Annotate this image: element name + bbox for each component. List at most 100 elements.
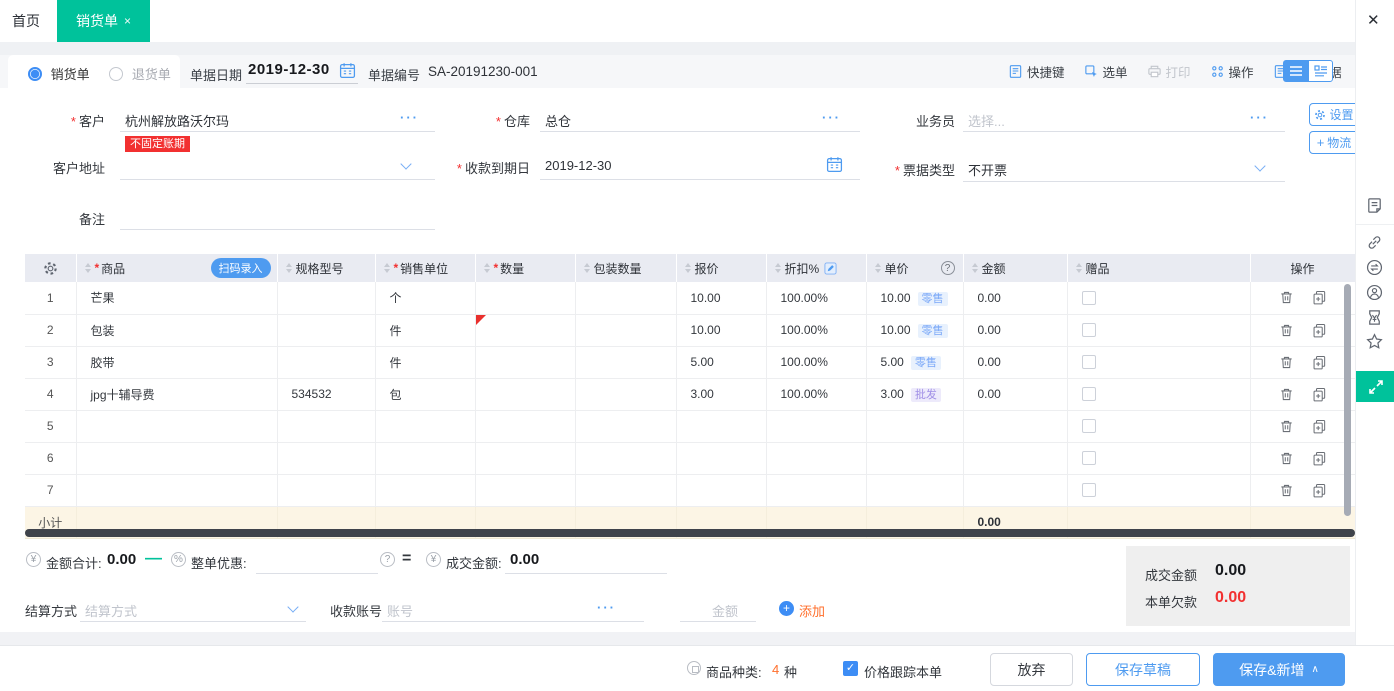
cell-product[interactable] [76, 410, 277, 442]
link-icon[interactable] [1365, 233, 1384, 252]
cell-price[interactable] [866, 442, 963, 474]
due-date-input[interactable]: 2019-12-30 [545, 158, 612, 173]
price-help-icon[interactable]: ? [941, 261, 955, 275]
gift-checkbox[interactable] [1082, 291, 1096, 305]
duplicate-row-icon[interactable] [1312, 419, 1327, 434]
due-date-calendar-icon[interactable] [826, 156, 843, 176]
table-vertical-scrollbar[interactable] [1344, 284, 1351, 516]
sort-icon[interactable] [584, 263, 590, 273]
cell-unit[interactable]: 件 [375, 314, 475, 346]
cell-pkg[interactable] [575, 314, 676, 346]
cell-unit[interactable] [375, 410, 475, 442]
cell-quote[interactable]: 10.00 [676, 282, 766, 314]
cell-spec[interactable] [277, 314, 375, 346]
sort-icon[interactable] [685, 263, 691, 273]
cell-unit[interactable]: 件 [375, 346, 475, 378]
cell-pkg[interactable] [575, 346, 676, 378]
cell-gift[interactable] [1067, 474, 1250, 506]
salesman-picker-icon[interactable]: ··· [1250, 113, 1269, 123]
cell-quote[interactable]: 3.00 [676, 378, 766, 410]
delete-row-icon[interactable] [1279, 419, 1294, 434]
invoice-type-input[interactable]: 不开票 [968, 160, 1007, 179]
gift-checkbox[interactable] [1082, 451, 1096, 465]
logistics-button[interactable]: + 物流 [1309, 131, 1359, 154]
toolbar-action-grid[interactable]: 操作 [1210, 62, 1254, 81]
add-account-plus-icon[interactable]: + [779, 601, 794, 616]
note-icon[interactable] [1365, 196, 1384, 215]
tab-close-icon[interactable]: × [124, 14, 131, 28]
radio-sales-label[interactable]: 销货单 [51, 67, 90, 82]
list-view-button[interactable] [1283, 60, 1308, 82]
receive-account-picker-icon[interactable]: ··· [597, 603, 616, 613]
cell-discount[interactable]: 100.00% [766, 378, 866, 410]
cell-spec[interactable] [277, 282, 375, 314]
price-type-badge[interactable]: 零售 [918, 324, 948, 338]
cell-amount[interactable] [963, 410, 1067, 442]
calendar-icon[interactable] [339, 62, 356, 82]
salesman-input[interactable]: 选择... [968, 111, 1005, 130]
cell-unit[interactable]: 个 [375, 282, 475, 314]
sort-icon[interactable] [1076, 263, 1082, 273]
save-draft-button[interactable]: 保存草稿 [1086, 653, 1200, 686]
cell-spec[interactable] [277, 346, 375, 378]
cell-price[interactable] [866, 410, 963, 442]
toolbar-action-keyboard[interactable]: 快捷键 [1008, 62, 1065, 81]
person-icon[interactable] [1365, 283, 1384, 302]
add-account-label[interactable]: 添加 [799, 601, 825, 620]
gift-checkbox[interactable] [1082, 419, 1096, 433]
cell-amount[interactable]: 0.00 [963, 282, 1067, 314]
col-header-ops[interactable]: 操作 [1250, 254, 1355, 282]
cell-quote[interactable] [676, 410, 766, 442]
cell-quote[interactable] [676, 474, 766, 506]
table-horizontal-scrollbar[interactable] [25, 529, 1355, 537]
toolbar-action-select[interactable]: 选单 [1084, 62, 1128, 81]
address-chevron-down-icon[interactable] [400, 158, 411, 169]
cell-qty[interactable] [475, 442, 575, 474]
cell-quote[interactable] [676, 442, 766, 474]
settings-button[interactable]: 设置 [1309, 103, 1359, 126]
cell-qty[interactable] [475, 474, 575, 506]
radio-return-order[interactable] [109, 67, 123, 81]
cell-price[interactable]: 10.00零售 [866, 314, 963, 346]
col-header-gift[interactable]: 赠品 [1067, 254, 1250, 282]
save-and-new-button[interactable]: 保存&新增 ∧ [1213, 653, 1345, 686]
cell-product[interactable]: 包装 [76, 314, 277, 346]
cell-price[interactable] [866, 474, 963, 506]
cell-product[interactable]: jpg十辅导费 [76, 378, 277, 410]
cell-amount[interactable]: 0.00 [963, 378, 1067, 410]
date-value[interactable]: 2019-12-30 [248, 61, 330, 78]
cell-amount[interactable] [963, 474, 1067, 506]
col-header-amount[interactable]: 金额 [963, 254, 1067, 282]
cell-pkg[interactable] [575, 442, 676, 474]
warehouse-picker-icon[interactable]: ··· [822, 113, 841, 123]
cell-gift[interactable] [1067, 282, 1250, 314]
cell-gift[interactable] [1067, 346, 1250, 378]
cell-quote[interactable]: 5.00 [676, 346, 766, 378]
cell-product[interactable] [76, 442, 277, 474]
cell-amount[interactable]: 0.00 [963, 314, 1067, 346]
star-icon[interactable] [1365, 332, 1384, 351]
close-page-icon[interactable]: ✕ [1367, 11, 1380, 29]
card-view-button[interactable] [1308, 60, 1333, 82]
cell-qty[interactable] [475, 346, 575, 378]
cell-pkg[interactable] [575, 282, 676, 314]
gift-checkbox[interactable] [1082, 323, 1096, 337]
cell-pkg[interactable] [575, 474, 676, 506]
duplicate-row-icon[interactable] [1312, 355, 1327, 370]
currency-icon[interactable] [1365, 308, 1384, 327]
delete-row-icon[interactable] [1279, 290, 1294, 305]
delete-row-icon[interactable] [1279, 355, 1294, 370]
col-header-price[interactable]: 单价? [866, 254, 963, 282]
cell-quote[interactable]: 10.00 [676, 314, 766, 346]
cell-spec[interactable] [277, 410, 375, 442]
col-header-qty[interactable]: *数量 [475, 254, 575, 282]
cell-discount[interactable] [766, 410, 866, 442]
cell-qty[interactable] [475, 410, 575, 442]
warehouse-input[interactable]: 总仓 [545, 111, 571, 130]
cell-unit[interactable] [375, 442, 475, 474]
receive-amount-input[interactable]: 金额 [712, 601, 738, 620]
cell-discount[interactable]: 100.00% [766, 314, 866, 346]
cell-product[interactable] [76, 474, 277, 506]
abandon-button[interactable]: 放弃 [990, 653, 1073, 686]
customer-input[interactable]: 杭州解放路沃尔玛 [125, 111, 229, 130]
